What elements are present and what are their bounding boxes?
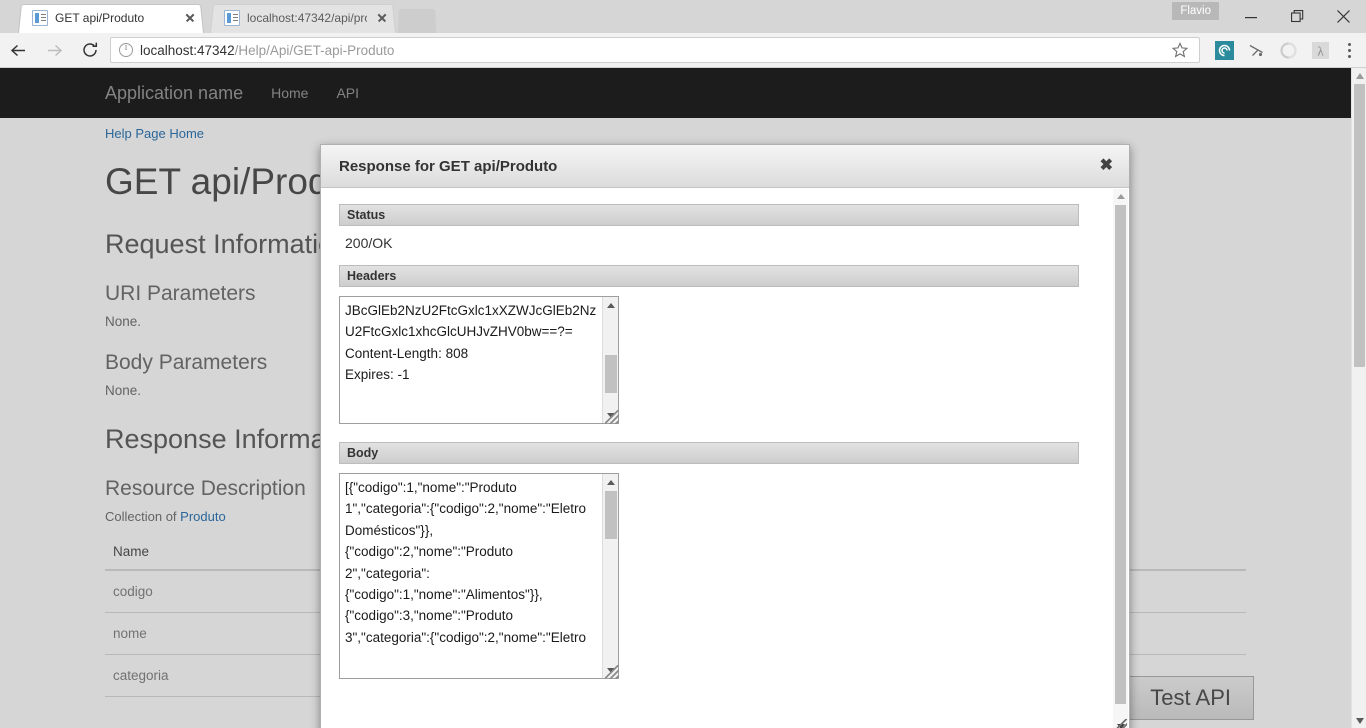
reload-button[interactable] (72, 33, 108, 68)
new-tab-button[interactable] (398, 8, 436, 33)
status-value: 200/OK (345, 235, 393, 251)
page-viewport: Application name Home API Help Page Home… (0, 68, 1366, 728)
browser-toolbar: localhost:47342/Help/Api/GET-api-Produto (0, 33, 1366, 68)
modal-scrollbar[interactable] (1113, 189, 1128, 728)
scroll-down-icon[interactable] (1352, 713, 1366, 728)
browser-tab-0[interactable]: GET api/Produto (18, 3, 204, 33)
body-scrollbar-thumb[interactable] (605, 491, 617, 539)
url-path: /Help/Api/GET-api-Produto (234, 42, 395, 58)
page-scrollbar[interactable] (1351, 68, 1366, 728)
page-favicon-icon (32, 10, 48, 26)
runner-extension-icon[interactable] (1240, 33, 1272, 68)
scroll-up-icon[interactable] (603, 474, 619, 490)
body-label: Body (339, 442, 1079, 464)
body-textarea[interactable]: [{"codigo":1,"nome":"Produto 1","categor… (339, 473, 619, 679)
modal-close-icon[interactable]: ✖ (1098, 154, 1115, 178)
body-resize-grip[interactable] (605, 665, 619, 679)
close-button[interactable] (1320, 0, 1366, 33)
site-info-icon[interactable] (119, 42, 133, 57)
address-bar[interactable]: localhost:47342/Help/Api/GET-api-Produto (110, 37, 1200, 63)
tab-close-icon[interactable] (374, 10, 390, 26)
circle-extension-icon[interactable] (1272, 33, 1304, 68)
pdf-extension-icon[interactable]: λ (1304, 33, 1336, 68)
headers-textarea[interactable]: JBcGlEb2NzU2FtcGxlc1xXZWJcGlEb2NzU2FtcGx… (339, 296, 619, 424)
minimize-button[interactable] (1228, 0, 1274, 33)
browser-window: GET api/Produto localhost:47342/api/prod… (0, 0, 1366, 728)
maximize-button[interactable] (1274, 0, 1320, 33)
scroll-up-icon[interactable] (603, 297, 619, 313)
modal-scrollbar-thumb[interactable] (1115, 205, 1126, 704)
headers-textarea-wrapper: JBcGlEb2NzU2FtcGxlc1xXZWJcGlEb2NzU2FtcGx… (339, 296, 619, 424)
scroll-up-icon[interactable] (1352, 68, 1366, 83)
user-profile-chip[interactable]: Flavio (1172, 2, 1219, 20)
headers-textarea-scrollbar[interactable] (602, 297, 618, 423)
spiral-extension-icon[interactable] (1208, 33, 1240, 68)
tab-strip: GET api/Produto localhost:47342/api/prod… (0, 0, 1366, 33)
page-scrollbar-thumb[interactable] (1354, 84, 1365, 367)
forward-button[interactable] (36, 33, 72, 68)
tab-title: localhost:47342/api/prod (247, 11, 367, 25)
tab-title: GET api/Produto (55, 11, 145, 25)
bookmark-star-icon[interactable] (1169, 37, 1191, 63)
back-button[interactable] (0, 33, 36, 68)
modal-title: Response for GET api/Produto (339, 157, 558, 175)
headers-label: Headers (339, 265, 1079, 287)
tab-close-icon[interactable] (182, 10, 198, 26)
url-text: localhost:47342/Help/Api/GET-api-Produto (140, 43, 394, 58)
modal-header[interactable]: Response for GET api/Produto ✖ (321, 145, 1129, 188)
url-host: localhost:47342 (140, 42, 235, 58)
body-textarea-scrollbar[interactable] (602, 474, 618, 678)
page-favicon-icon (224, 10, 240, 26)
window-controls (1228, 0, 1366, 33)
modal-resize-grip[interactable] (1113, 719, 1127, 728)
headers-resize-grip[interactable] (605, 410, 619, 424)
body-textarea-wrapper: [{"codigo":1,"nome":"Produto 1","categor… (339, 473, 619, 679)
headers-scrollbar-thumb[interactable] (605, 355, 617, 393)
browser-menu-button[interactable] (1336, 33, 1362, 68)
svg-text:λ: λ (1317, 43, 1324, 58)
status-label: Status (339, 204, 1079, 226)
scroll-up-icon[interactable] (1113, 189, 1128, 204)
response-modal: Response for GET api/Produto ✖ Status 20… (320, 144, 1130, 728)
browser-tab-1[interactable]: localhost:47342/api/prod (210, 3, 396, 33)
modal-body: Status 200/OK Headers JBcGlEb2NzU2FtcGxl… (321, 188, 1129, 728)
